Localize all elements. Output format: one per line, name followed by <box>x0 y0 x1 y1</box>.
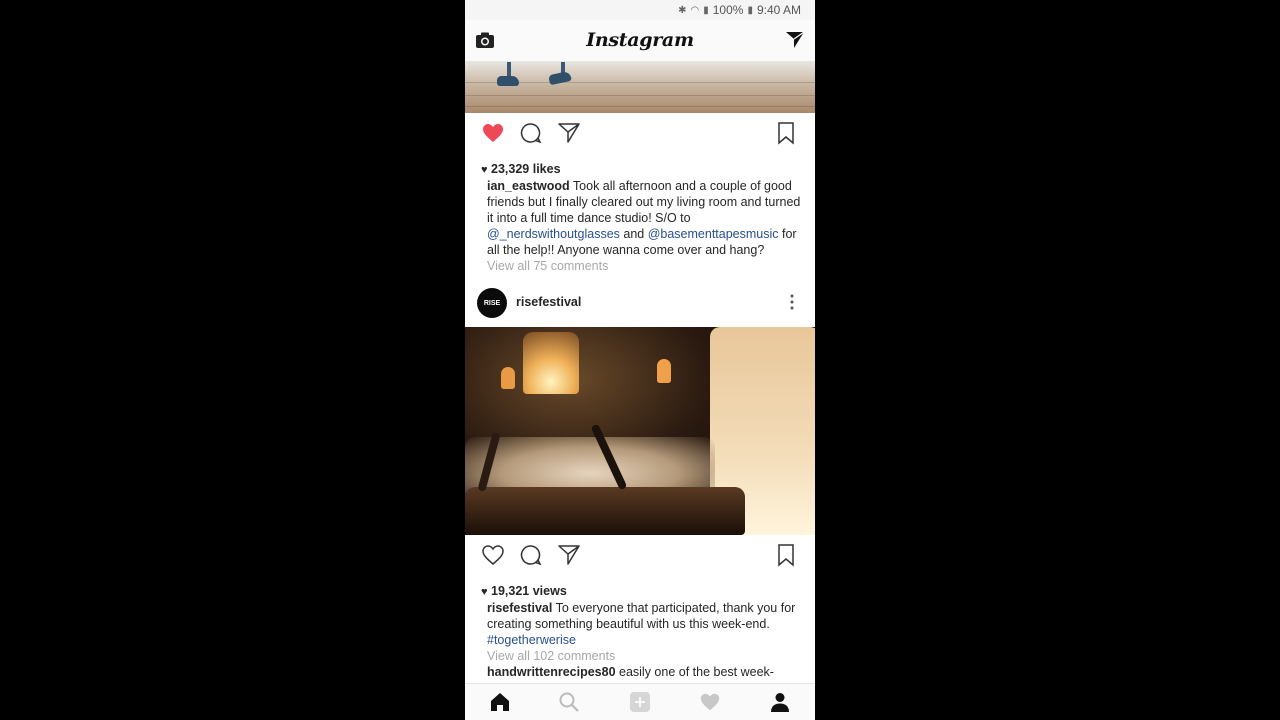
profile-icon[interactable] <box>769 691 791 713</box>
view-comments-link[interactable]: View all 102 comments <box>487 648 805 664</box>
status-time: 9:40 AM <box>756 3 801 17</box>
mention-link[interactable]: @_nerdswithoutglasses <box>487 227 620 241</box>
post1-actions <box>465 113 815 153</box>
battery-level: 100% <box>712 3 744 17</box>
views-count[interactable]: ♥ 19,321 views <box>481 583 805 600</box>
status-bar: ✱ ◠ ▮ 100% ▮ 9:40 AM <box>465 0 815 20</box>
search-icon[interactable] <box>558 691 580 713</box>
bookmark-icon[interactable] <box>774 121 798 145</box>
comment-preview: handwrittenrecipes80 easily one of the b… <box>487 665 774 679</box>
post2-header: RISE risefestival <box>465 284 815 324</box>
mention-link[interactable]: @basementtapesmusic <box>648 227 779 241</box>
new-post-icon[interactable] <box>629 691 651 713</box>
battery-icon: ▮ <box>747 4 753 16</box>
home-icon[interactable] <box>489 691 511 713</box>
likes-count[interactable]: ♥ 23,329 likes <box>481 161 805 178</box>
bluetooth-icon: ✱ <box>678 4 687 16</box>
phone-screen: ✱ ◠ ▮ 100% ▮ 9:40 AM Instagram ♥ 23,329 … <box>465 0 815 720</box>
hashtag-link[interactable]: #togetherwerise <box>487 633 576 647</box>
caption-username[interactable]: risefestival <box>487 601 552 615</box>
small-heart-icon: ♥ <box>481 586 488 598</box>
post2-actions <box>465 535 815 575</box>
comment-icon[interactable] <box>519 121 543 145</box>
post2-caption: risefestival To everyone that participat… <box>487 601 796 647</box>
avatar[interactable]: RISE <box>477 288 507 318</box>
bottom-nav <box>465 683 815 720</box>
cell-signal-icon: ▮ <box>703 4 709 16</box>
share-icon[interactable] <box>557 543 581 567</box>
view-comments-link[interactable]: View all 75 comments <box>487 258 805 274</box>
caption-username[interactable]: ian_eastwood <box>487 179 570 193</box>
post1-caption: ian_eastwood Took all afternoon and a co… <box>487 179 801 257</box>
post-image-dance-studio[interactable] <box>465 62 815 113</box>
top-bar: Instagram <box>465 20 815 62</box>
post-username[interactable]: risefestival <box>516 295 581 309</box>
wifi-icon: ◠ <box>690 4 700 16</box>
direct-message-icon[interactable] <box>785 30 805 50</box>
comment-icon[interactable] <box>519 543 543 567</box>
comment-username[interactable]: handwrittenrecipes80 <box>487 665 616 679</box>
heart-filled-icon[interactable] <box>481 121 505 145</box>
share-icon[interactable] <box>557 121 581 145</box>
small-heart-icon: ♥ <box>481 164 488 176</box>
bookmark-icon[interactable] <box>774 543 798 567</box>
activity-heart-icon[interactable] <box>699 691 721 713</box>
post2-details: ♥ 19,321 views risefestival To everyone … <box>481 583 805 680</box>
more-options-icon[interactable] <box>789 293 795 311</box>
post1-details: ♥ 23,329 likes ian_eastwood Took all aft… <box>481 161 805 274</box>
app-logo: Instagram <box>586 29 694 51</box>
post-image-lanterns[interactable] <box>465 327 815 535</box>
heart-outline-icon[interactable] <box>481 543 505 567</box>
